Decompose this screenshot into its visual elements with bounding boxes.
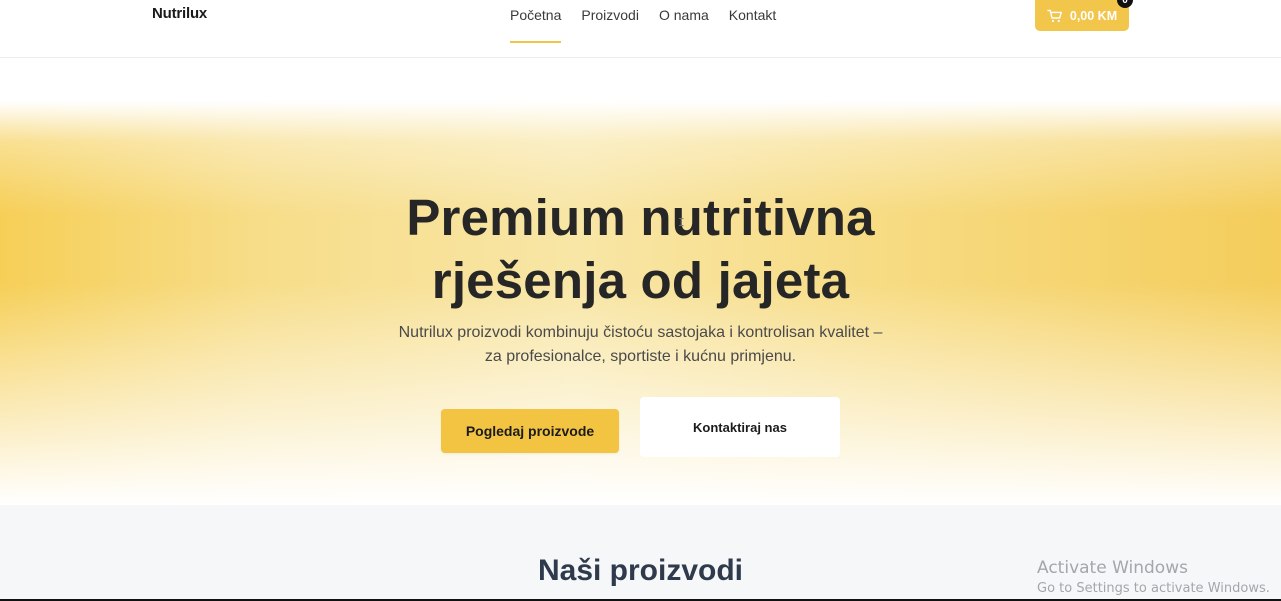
- view-products-button[interactable]: Pogledaj proizvode: [441, 409, 619, 453]
- nav-item-o-nama[interactable]: O nama: [659, 7, 709, 43]
- watermark-title: Activate Windows: [1037, 558, 1188, 578]
- nav-item-proizvodi[interactable]: Proizvodi: [581, 7, 639, 43]
- cart-total: 0,00 KM: [1069, 8, 1118, 23]
- watermark-subtitle: Go to Settings to activate Windows.: [1037, 581, 1270, 596]
- nav-item-kontakt[interactable]: Kontakt: [729, 7, 776, 43]
- hero-subtitle-line-2: za profesionalce, sportiste i kućnu prim…: [484, 348, 797, 365]
- hero-title-line-1: Premium nutritivna: [406, 189, 875, 246]
- windows-activation-watermark: Activate Windows Go to Settings to activ…: [1037, 558, 1270, 600]
- hero-title: Premium nutritivna rješenja od jajeta: [0, 186, 1281, 312]
- site-header: Nutrilux Početna Proizvodi O nama Kontak…: [0, 0, 1281, 58]
- hero-subtitle-line-1: Nutrilux proizvodi kombinuju čistoću sas…: [398, 324, 883, 341]
- shopping-cart-icon: [1047, 9, 1062, 22]
- main-nav: Početna Proizvodi O nama Kontakt: [510, 7, 776, 43]
- contact-us-button[interactable]: Kontaktiraj nas: [640, 397, 840, 457]
- text-cursor-icon: I: [678, 216, 685, 229]
- cart-button[interactable]: 0,00 KM: [1035, 0, 1129, 31]
- hero-subtitle: Nutrilux proizvodi kombinuju čistoću sas…: [0, 321, 1281, 369]
- site-logo[interactable]: Nutrilux: [152, 5, 207, 22]
- nav-item-pocetna[interactable]: Početna: [510, 7, 562, 43]
- hero-title-line-2: rješenja od jajeta: [431, 252, 850, 309]
